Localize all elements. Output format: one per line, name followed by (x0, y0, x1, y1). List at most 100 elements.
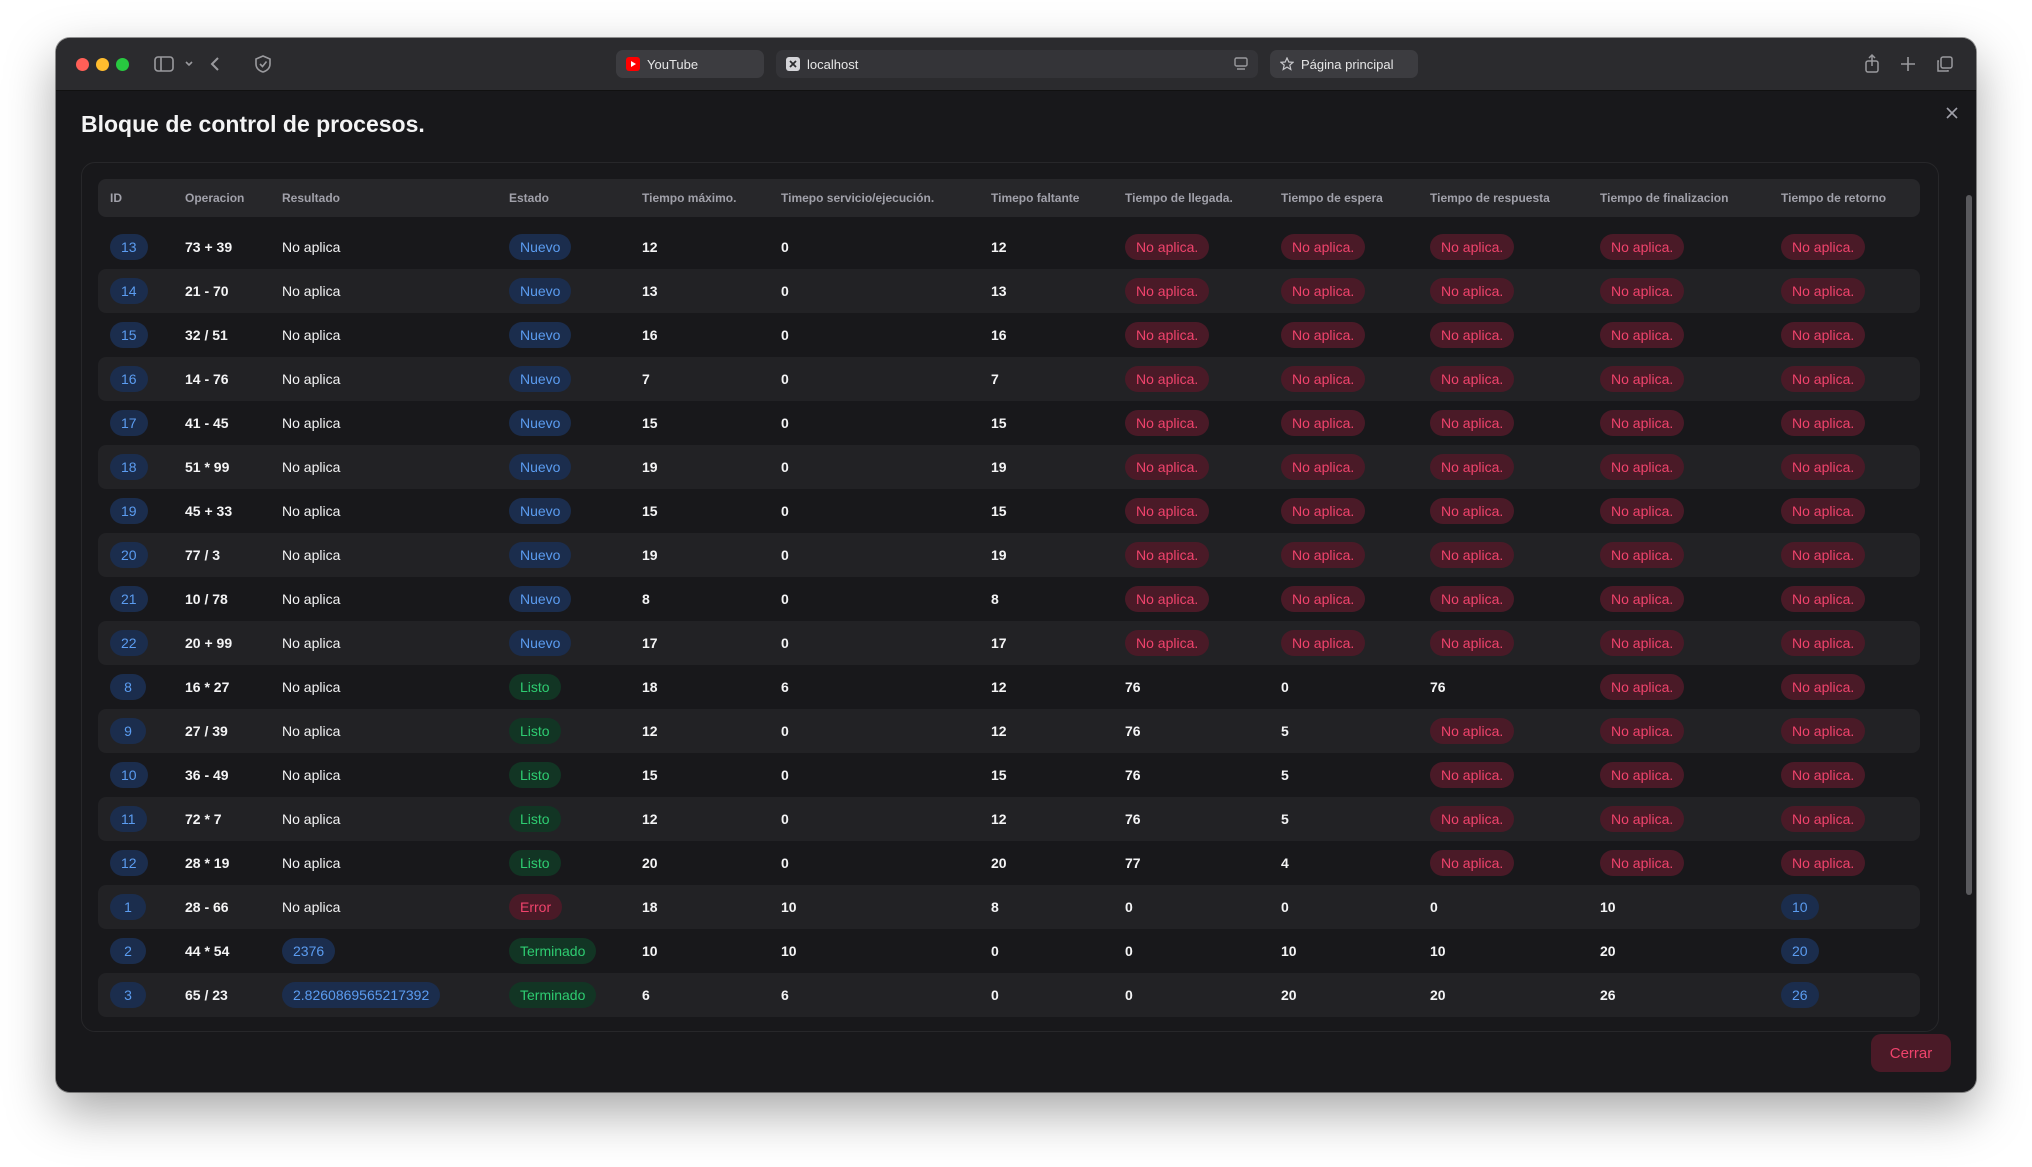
no-aplica-badge: No aplica. (1430, 322, 1515, 348)
no-aplica-badge: No aplica. (1781, 410, 1866, 436)
close-icon[interactable] (1942, 103, 1962, 123)
header-tiempo-espera: Tiempo de espera (1281, 191, 1383, 205)
cell-tfin: No aplica. (1600, 841, 1685, 885)
tab-youtube[interactable]: YouTube (616, 50, 764, 78)
result-text: No aplica (282, 723, 341, 739)
time-value: 0 (781, 327, 789, 343)
result-text: No aplica (282, 239, 341, 255)
no-aplica-badge: No aplica. (1125, 278, 1210, 304)
cell-tmax: 19 (642, 445, 658, 489)
result-text: No aplica (282, 855, 341, 871)
time-value: 13 (991, 283, 1007, 299)
shield-icon[interactable] (254, 52, 272, 76)
status-badge: Listo (509, 674, 561, 700)
minimize-window-button[interactable] (96, 58, 109, 71)
cell-id: 17 (110, 401, 148, 445)
cell-tfin: No aplica. (1600, 489, 1685, 533)
cell-tmax: 13 (642, 269, 658, 313)
id-badge: 10 (110, 762, 148, 788)
result-text: No aplica (282, 503, 341, 519)
id-badge: 20 (110, 542, 148, 568)
reader-icon[interactable] (1234, 56, 1248, 75)
status-badge: Nuevo (509, 410, 572, 436)
time-value: 15 (642, 503, 658, 519)
browser-toolbar: YouTube localhost Página principal (56, 38, 1976, 91)
cell-id: 21 (110, 577, 148, 621)
operation-text: 45 + 33 (185, 503, 233, 519)
cell-op: 72 * 7 (185, 797, 222, 841)
cell-res: No aplica (282, 269, 340, 313)
operation-text: 44 * 54 (185, 943, 230, 959)
time-value: 6 (781, 987, 789, 1003)
cell-tfin: No aplica. (1600, 445, 1685, 489)
no-aplica-badge: No aplica. (1600, 322, 1685, 348)
no-aplica-badge: No aplica. (1781, 806, 1866, 832)
time-value: 10 (1430, 943, 1446, 959)
browser-window: YouTube localhost Página principal Bloqu… (56, 38, 1976, 1092)
cell-estado: Error (509, 885, 563, 929)
cell-estado: Nuevo (509, 357, 572, 401)
status-badge: Error (509, 894, 563, 920)
time-value: 20 (1281, 987, 1297, 1003)
id-badge: 2 (110, 938, 146, 964)
time-value: 12 (642, 723, 658, 739)
cell-res: No aplica (282, 841, 340, 885)
cell-tesp: 0 (1281, 665, 1289, 709)
cell-tmax: 15 (642, 489, 658, 533)
chevron-down-icon[interactable] (184, 52, 194, 76)
tab-overview-icon[interactable] (1936, 52, 1954, 76)
table-row: 19 45 + 33 No aplica Nuevo 15 0 15 No aplica. No… (98, 489, 1920, 533)
cell-tresp: No aplica. (1430, 357, 1515, 401)
share-icon[interactable] (1864, 52, 1880, 76)
time-value: 7 (642, 371, 650, 387)
time-value: 76 (1125, 767, 1141, 783)
cell-op: 41 - 45 (185, 401, 229, 445)
header-resultado: Resultado (282, 191, 341, 205)
back-icon[interactable] (208, 52, 222, 76)
cerrar-button[interactable]: Cerrar (1871, 1034, 1951, 1072)
cell-id: 13 (110, 225, 148, 269)
time-value: 19 (991, 459, 1007, 475)
time-value: 8 (642, 591, 650, 607)
no-aplica-badge: No aplica. (1430, 630, 1515, 656)
time-value: 19 (642, 547, 658, 563)
cell-tlleg: 0 (1125, 973, 1133, 1017)
no-aplica-badge: No aplica. (1781, 630, 1866, 656)
table-row: 8 16 * 27 No aplica Listo 18 6 12 76 0 76 No aplic… (98, 665, 1920, 709)
no-aplica-badge: No aplica. (1125, 586, 1210, 612)
address-bar[interactable]: localhost (776, 50, 1258, 78)
status-badge: Nuevo (509, 454, 572, 480)
cell-res: No aplica (282, 225, 340, 269)
cell-tserv: 0 (781, 445, 789, 489)
new-tab-icon[interactable] (1900, 52, 1916, 76)
status-badge: Nuevo (509, 586, 572, 612)
cell-tfalt: 12 (991, 797, 1007, 841)
close-window-button[interactable] (76, 58, 89, 71)
operation-text: 41 - 45 (185, 415, 229, 431)
cell-tresp: 10 (1430, 929, 1446, 973)
maximize-window-button[interactable] (116, 58, 129, 71)
cell-res: No aplica (282, 401, 340, 445)
tab-pagina-principal[interactable]: Página principal (1270, 50, 1418, 78)
cell-tresp: No aplica. (1430, 797, 1515, 841)
tab-label: Página principal (1301, 56, 1394, 72)
cell-op: 28 - 66 (185, 885, 229, 929)
cell-tmax: 17 (642, 621, 658, 665)
cell-tfin: No aplica. (1600, 225, 1685, 269)
table-row: 12 28 * 19 No aplica Listo 20 0 20 77 4 No aplica… (98, 841, 1920, 885)
no-aplica-badge: No aplica. (1781, 850, 1866, 876)
time-value: 13 (642, 283, 658, 299)
sidebar-icon[interactable] (154, 52, 174, 76)
no-aplica-badge: No aplica. (1600, 586, 1685, 612)
cell-tresp: No aplica. (1430, 445, 1515, 489)
cell-tesp: 10 (1281, 929, 1297, 973)
cell-tesp: 20 (1281, 973, 1297, 1017)
operation-text: 73 + 39 (185, 239, 233, 255)
table-row: 3 65 / 23 2.8260869565217392 Terminado 6 6 0 0 2… (98, 973, 1920, 1017)
scrollbar[interactable] (1966, 195, 1972, 895)
cell-res: No aplica (282, 313, 340, 357)
cell-tserv: 0 (781, 401, 789, 445)
time-value: 77 (1125, 855, 1141, 871)
time-value: 0 (781, 239, 789, 255)
cell-tesp: 5 (1281, 709, 1289, 753)
